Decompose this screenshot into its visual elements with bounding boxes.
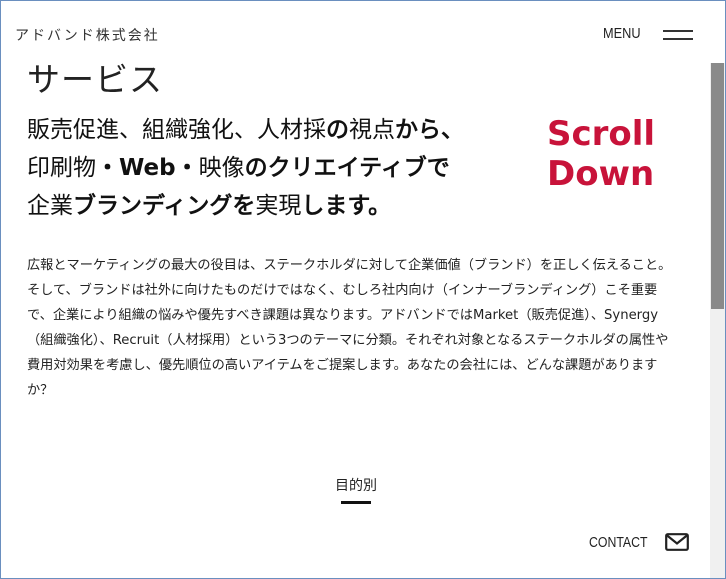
- lead-segment: ブランディングを: [73, 193, 256, 219]
- contact-link[interactable]: CONTACT: [589, 534, 648, 551]
- scroll-hint-line-2: Down: [547, 154, 655, 194]
- browser-viewport: アドバンド株式会社 MENU サービス 販売促進、組織強化、人材採の視点から、印…: [0, 0, 726, 579]
- brand-logo[interactable]: アドバンド株式会社: [15, 25, 160, 45]
- lead-segment: 印刷物: [27, 155, 96, 181]
- lead-segment: 実現: [255, 193, 302, 219]
- tab-by-purpose[interactable]: 目的別: [331, 475, 381, 495]
- lead-segment: のクリエイティブで: [244, 155, 450, 181]
- lead-line: 印刷物・Web・映像のクリエイティブで: [27, 149, 527, 187]
- lead-segment: ・Web・: [96, 155, 199, 181]
- lead-segment: 映像: [198, 155, 245, 181]
- scroll-down-hint[interactable]: Scroll Down: [547, 114, 655, 194]
- tab-active-indicator: [341, 501, 371, 504]
- scrollbar-thumb[interactable]: [711, 63, 724, 309]
- menu-button-label[interactable]: MENU: [603, 25, 641, 42]
- lead-segment: 販売促進、組織強化、人材採: [27, 117, 326, 143]
- lead-segment: から、: [395, 117, 464, 143]
- lead-segment: します。: [301, 193, 392, 219]
- hamburger-icon[interactable]: [663, 29, 693, 41]
- page-title: サービス: [27, 60, 163, 99]
- lead-line: 販売促進、組織強化、人材採の視点から、: [27, 111, 527, 149]
- lead-segment: 視点: [349, 117, 395, 143]
- lead-segment: 企業: [27, 193, 73, 219]
- scroll-hint-line-1: Scroll: [547, 114, 656, 154]
- mail-icon[interactable]: [665, 533, 689, 551]
- intro-paragraph: 広報とマーケティングの最大の役目は、ステークホルダに対して企業価値（ブランド）を…: [27, 258, 672, 398]
- lead-line: 企業ブランディングを実現します。: [27, 187, 527, 225]
- lead-heading: 販売促進、組織強化、人材採の視点から、 印刷物・Web・映像のクリエイティブで 企業…: [27, 111, 527, 225]
- lead-segment: の: [326, 117, 349, 143]
